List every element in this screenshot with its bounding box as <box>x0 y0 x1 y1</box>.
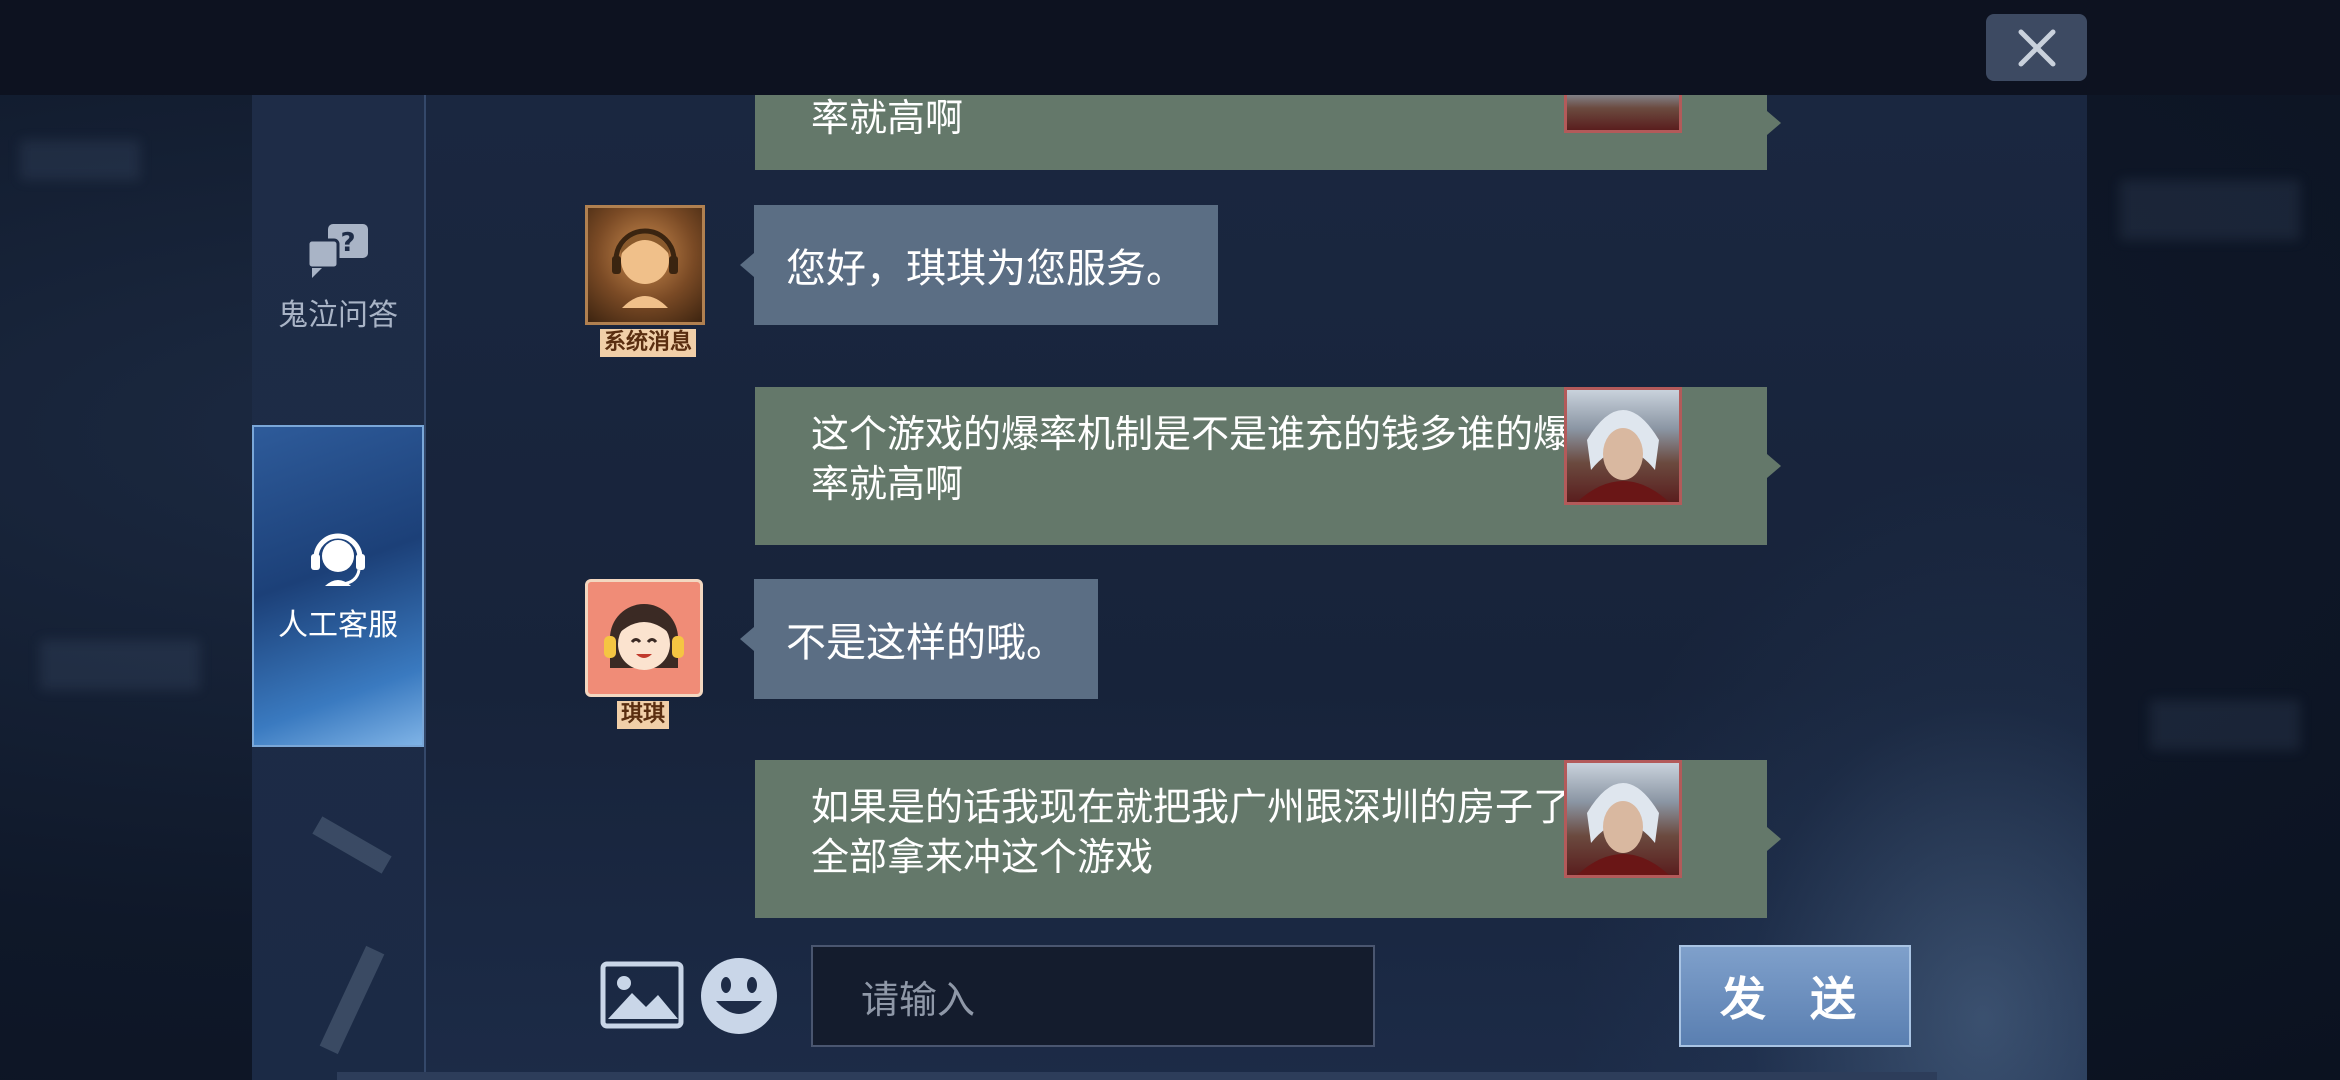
background-shard <box>2120 180 2300 240</box>
svg-text:?: ? <box>340 228 355 258</box>
close-button[interactable] <box>1986 14 2087 81</box>
input-row: 请输入 发 送 <box>424 943 2087 1053</box>
user-portrait-icon <box>1577 410 1669 502</box>
background-shard <box>40 640 200 690</box>
image-icon[interactable] <box>600 961 684 1029</box>
sender-tag-agent: 琪琪 <box>617 701 670 729</box>
avatar-user[interactable] <box>1564 387 1682 505</box>
message-text: 不是这样的哦。 <box>786 620 1066 666</box>
message-input[interactable]: 请输入 <box>811 945 1375 1047</box>
sender-tag-system: 系统消息 <box>600 329 697 357</box>
agent-girl-icon <box>604 604 684 670</box>
message-input-placeholder: 请输入 <box>861 977 976 1022</box>
question-chat-icon: ? <box>306 223 368 278</box>
emoji-icon[interactable] <box>698 955 780 1037</box>
chat-message-agent: 不是这样的哦。 <box>754 579 1098 699</box>
avatar-user[interactable] <box>1564 95 1682 133</box>
chat-area: 率就高啊 系统消息 您好，琪琪为您服务。 这个游戏的爆率机制是不是谁充的钱多谁的… <box>424 95 2087 1080</box>
tab-human-service-label: 人工客服 <box>278 608 398 643</box>
bottom-tab-strip <box>337 1072 1937 1080</box>
tab-faq-label: 鬼泣问答 <box>278 297 398 333</box>
sidebar: ? 鬼泣问答 人工客服 <box>252 95 426 1080</box>
user-portrait-icon <box>1577 783 1669 875</box>
avatar-system <box>585 205 705 325</box>
sidebar-shard <box>312 816 392 874</box>
avatar-agent-qiqi <box>585 579 703 697</box>
tab-faq[interactable]: ? 鬼泣问答 <box>252 195 424 360</box>
send-button-label: 发 送 <box>1719 972 1870 1026</box>
headset-icon <box>311 533 365 586</box>
chat-message-agent: 您好，琪琪为您服务。 <box>754 205 1218 325</box>
sidebar-shard <box>319 945 385 1055</box>
avatar-user[interactable] <box>1564 760 1682 878</box>
message-text: 您好，琪琪为您服务。 <box>786 246 1186 292</box>
support-agent-icon <box>612 228 678 308</box>
customer-service-panel: ? 鬼泣问答 人工客服 率就高啊 系统消息 您好，琪琪为您服务。 这个游戏的爆率… <box>252 95 2087 1080</box>
close-icon <box>2018 29 2055 66</box>
send-button[interactable]: 发 送 <box>1679 945 1911 1047</box>
tab-human-service[interactable]: 人工客服 <box>252 425 424 747</box>
background-shard <box>20 140 140 180</box>
background-shard <box>2150 700 2300 750</box>
